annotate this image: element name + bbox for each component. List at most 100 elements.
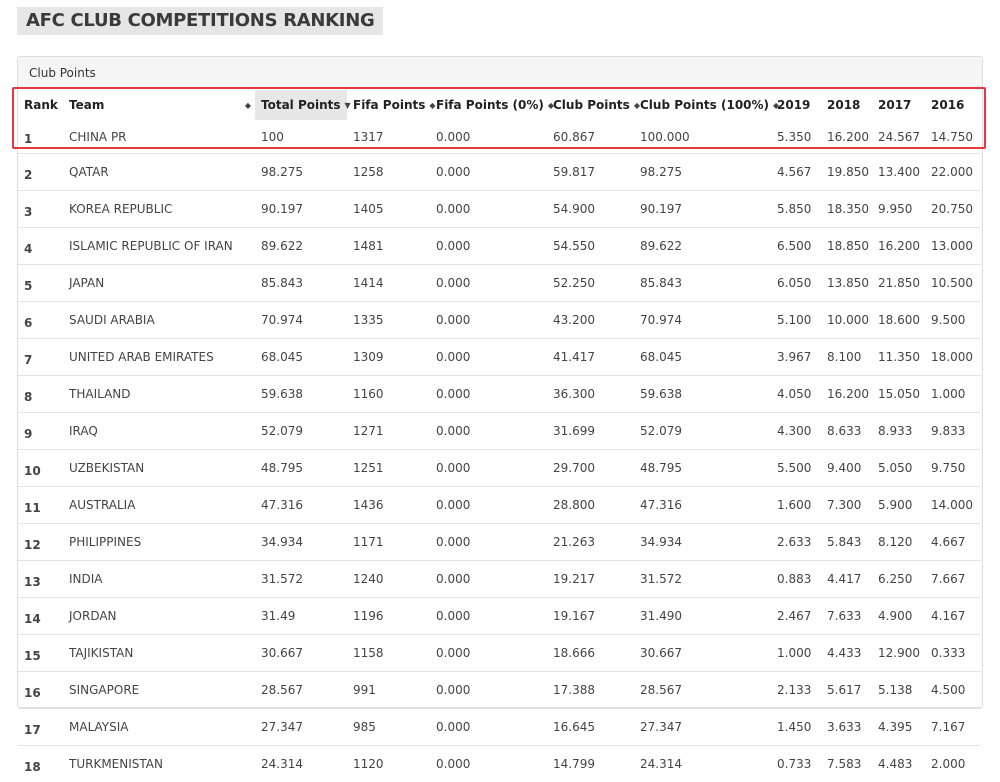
cell-y2019: 5.850 bbox=[771, 191, 821, 228]
column-header-rank[interactable]: Rank bbox=[18, 90, 63, 120]
cell-fifa0: 0.000 bbox=[430, 561, 547, 598]
cell-fifa: 991 bbox=[347, 672, 430, 709]
cell-fifa0: 0.000 bbox=[430, 709, 547, 746]
cell-y2016: 4.500 bbox=[925, 672, 981, 709]
cell-team: TAJIKISTAN bbox=[63, 635, 255, 672]
column-header-label: Fifa Points (0%) bbox=[436, 98, 544, 112]
cell-team: SAUDI ARABIA bbox=[63, 302, 255, 339]
club-points-panel: Club Points Rank Team◆ Total Points▼ Fif… bbox=[17, 56, 983, 708]
cell-club100: 70.974 bbox=[634, 302, 771, 339]
cell-fifa: 1271 bbox=[347, 413, 430, 450]
cell-fifa: 1196 bbox=[347, 598, 430, 635]
cell-team: ISLAMIC REPUBLIC OF IRAN bbox=[63, 228, 255, 265]
cell-fifa: 1309 bbox=[347, 339, 430, 376]
column-header-2016[interactable]: 2016 bbox=[925, 90, 981, 120]
cell-y2016: 7.667 bbox=[925, 561, 981, 598]
cell-fifa: 1317 bbox=[347, 120, 430, 154]
cell-fifa0: 0.000 bbox=[430, 413, 547, 450]
cell-fifa: 1436 bbox=[347, 487, 430, 524]
column-header-fifa-points[interactable]: Fifa Points◆ bbox=[347, 90, 430, 120]
cell-club100: 100.000 bbox=[634, 120, 771, 154]
cell-fifa0: 0.000 bbox=[430, 228, 547, 265]
cell-club: 60.867 bbox=[547, 120, 634, 154]
cell-club100: 28.567 bbox=[634, 672, 771, 709]
cell-club100: 52.079 bbox=[634, 413, 771, 450]
cell-y2018: 16.200 bbox=[821, 120, 872, 154]
column-header-2018[interactable]: 2018 bbox=[821, 90, 872, 120]
cell-y2019: 1.000 bbox=[771, 635, 821, 672]
cell-rank: 8 bbox=[18, 376, 63, 413]
cell-y2016: 10.500 bbox=[925, 265, 981, 302]
cell-y2018: 19.850 bbox=[821, 154, 872, 191]
cell-y2019: 3.967 bbox=[771, 339, 821, 376]
cell-y2019: 5.350 bbox=[771, 120, 821, 154]
cell-y2017: 5.138 bbox=[872, 672, 925, 709]
cell-team: PHILIPPINES bbox=[63, 524, 255, 561]
cell-y2018: 7.633 bbox=[821, 598, 872, 635]
table-row: 15TAJIKISTAN30.66711580.00018.66630.6671… bbox=[18, 635, 981, 672]
cell-total: 34.934 bbox=[255, 524, 347, 561]
cell-total: 31.49 bbox=[255, 598, 347, 635]
cell-rank: 17 bbox=[18, 709, 63, 746]
cell-y2019: 4.050 bbox=[771, 376, 821, 413]
cell-fifa: 1160 bbox=[347, 376, 430, 413]
panel-heading: Club Points bbox=[18, 57, 982, 88]
cell-fifa0: 0.000 bbox=[430, 154, 547, 191]
sort-desc-icon: ▼ bbox=[345, 101, 351, 110]
cell-y2016: 0.333 bbox=[925, 635, 981, 672]
cell-fifa: 1414 bbox=[347, 265, 430, 302]
cell-fifa: 1335 bbox=[347, 302, 430, 339]
column-header-club-points[interactable]: Club Points◆ bbox=[547, 90, 634, 120]
cell-rank: 10 bbox=[18, 450, 63, 487]
cell-y2018: 3.633 bbox=[821, 709, 872, 746]
cell-fifa: 1258 bbox=[347, 154, 430, 191]
cell-club: 54.900 bbox=[547, 191, 634, 228]
cell-y2019: 1.450 bbox=[771, 709, 821, 746]
cell-y2019: 5.500 bbox=[771, 450, 821, 487]
cell-rank: 11 bbox=[18, 487, 63, 524]
column-header-2019[interactable]: 2019 bbox=[771, 90, 821, 120]
cell-fifa0: 0.000 bbox=[430, 339, 547, 376]
cell-y2016: 14.000 bbox=[925, 487, 981, 524]
cell-team: KOREA REPUBLIC bbox=[63, 191, 255, 228]
cell-team: SINGAPORE bbox=[63, 672, 255, 709]
column-header-2017[interactable]: 2017 bbox=[872, 90, 925, 120]
cell-club: 14.799 bbox=[547, 746, 634, 782]
cell-y2017: 15.050 bbox=[872, 376, 925, 413]
cell-team: CHINA PR bbox=[63, 120, 255, 154]
cell-club100: 68.045 bbox=[634, 339, 771, 376]
table-row: 10UZBEKISTAN48.79512510.00029.70048.7955… bbox=[18, 450, 981, 487]
cell-fifa0: 0.000 bbox=[430, 524, 547, 561]
column-header-club-points-100[interactable]: Club Points (100%)◆ bbox=[634, 90, 771, 120]
cell-fifa: 1158 bbox=[347, 635, 430, 672]
cell-y2017: 4.395 bbox=[872, 709, 925, 746]
column-header-label: Team bbox=[69, 98, 104, 112]
cell-y2018: 13.850 bbox=[821, 265, 872, 302]
cell-total: 30.667 bbox=[255, 635, 347, 672]
cell-total: 52.079 bbox=[255, 413, 347, 450]
table-row: 11AUSTRALIA47.31614360.00028.80047.3161.… bbox=[18, 487, 981, 524]
cell-y2017: 4.900 bbox=[872, 598, 925, 635]
cell-y2018: 8.100 bbox=[821, 339, 872, 376]
cell-total: 59.638 bbox=[255, 376, 347, 413]
cell-rank: 13 bbox=[18, 561, 63, 598]
cell-club: 17.388 bbox=[547, 672, 634, 709]
cell-total: 47.316 bbox=[255, 487, 347, 524]
table-row: 5JAPAN85.84314140.00052.25085.8436.05013… bbox=[18, 265, 981, 302]
cell-y2018: 9.400 bbox=[821, 450, 872, 487]
cell-total: 31.572 bbox=[255, 561, 347, 598]
cell-y2018: 5.617 bbox=[821, 672, 872, 709]
cell-team: IRAQ bbox=[63, 413, 255, 450]
column-header-total-points[interactable]: Total Points▼ bbox=[255, 90, 347, 120]
cell-fifa: 1120 bbox=[347, 746, 430, 782]
cell-rank: 15 bbox=[18, 635, 63, 672]
table-row: 9IRAQ52.07912710.00031.69952.0794.3008.6… bbox=[18, 413, 981, 450]
cell-y2018: 18.350 bbox=[821, 191, 872, 228]
cell-club: 54.550 bbox=[547, 228, 634, 265]
cell-fifa0: 0.000 bbox=[430, 120, 547, 154]
table-row: 4ISLAMIC REPUBLIC OF IRAN89.62214810.000… bbox=[18, 228, 981, 265]
cell-rank: 1 bbox=[18, 120, 63, 154]
cell-club100: 27.347 bbox=[634, 709, 771, 746]
column-header-fifa-points-0[interactable]: Fifa Points (0%)◆ bbox=[430, 90, 547, 120]
column-header-team[interactable]: Team◆ bbox=[63, 90, 255, 120]
